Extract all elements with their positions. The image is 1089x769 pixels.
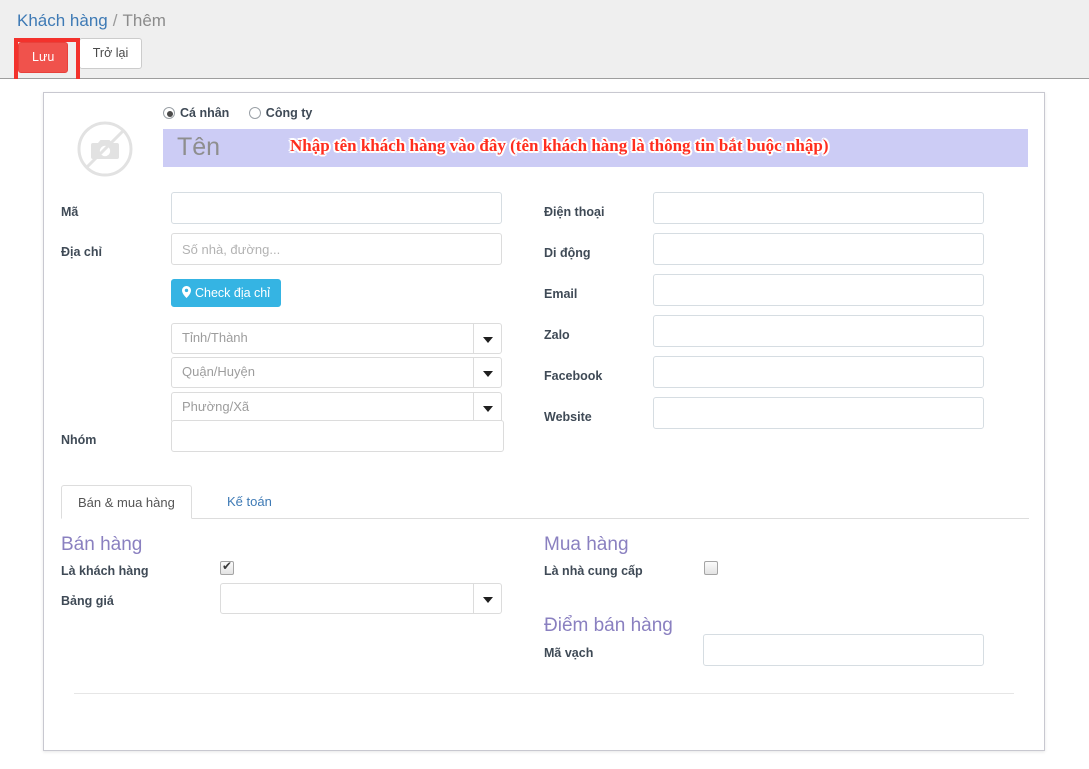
breadcrumb-current: Thêm xyxy=(122,11,166,30)
radio-cong-ty-dot xyxy=(248,107,261,119)
tab-bar: Bán & mua hàng Kế toán xyxy=(61,485,1029,519)
customer-name-placeholder: Tên xyxy=(177,133,221,161)
label-zalo: Zalo xyxy=(544,328,570,342)
la-nha-cung-cap-checkbox[interactable] xyxy=(704,561,718,575)
customer-type-radio-group: Cá nhân Công ty xyxy=(163,106,328,120)
website-input[interactable] xyxy=(653,397,984,429)
nhom-input[interactable] xyxy=(171,420,504,452)
la-khach-hang-checkbox[interactable] xyxy=(220,559,234,575)
breadcrumb: Khách hàng / Thêm xyxy=(17,10,166,31)
customer-form-card: Cá nhân Công ty Tên Nhập tên khách hàng … xyxy=(43,92,1045,751)
chevron-down-icon[interactable] xyxy=(473,324,501,353)
zalo-input[interactable] xyxy=(653,315,984,347)
dia-chi-input[interactable] xyxy=(171,233,502,265)
save-button[interactable]: Lưu xyxy=(18,42,69,73)
toolbar-buttons: Lưu Trở lại xyxy=(14,38,143,85)
facebook-input[interactable] xyxy=(653,356,984,388)
footer-divider xyxy=(74,693,1014,694)
label-ma: Mã xyxy=(61,205,79,219)
label-nhom: Nhóm xyxy=(61,433,97,447)
label-email: Email xyxy=(544,287,578,301)
label-dien-thoai: Điện thoại xyxy=(544,205,605,219)
di-dong-input[interactable] xyxy=(653,233,984,265)
radio-cong-ty-label: Công ty xyxy=(265,106,313,120)
label-la-khach-hang: Là khách hàng xyxy=(61,564,149,578)
section-title-mua-hang: Mua hàng xyxy=(544,534,629,555)
breadcrumb-parent-link[interactable]: Khách hàng xyxy=(17,11,108,30)
check-address-label: Check địa chỉ xyxy=(195,286,271,300)
radio-ca-nhan-dot xyxy=(163,107,175,119)
label-facebook: Facebook xyxy=(544,369,603,383)
ma-input[interactable] xyxy=(171,192,502,224)
name-field-annotation: Nhập tên khách hàng vào đây (tên khách h… xyxy=(290,136,829,155)
section-title-ban-hang: Bán hàng xyxy=(61,534,143,555)
label-ma-vach: Mã vạch xyxy=(544,646,594,660)
label-la-nha-cung-cap: Là nhà cung cấp xyxy=(544,564,643,578)
ma-vach-input[interactable] xyxy=(703,634,984,666)
ward-select[interactable]: Phường/Xã xyxy=(171,392,502,423)
radio-cong-ty[interactable]: Công ty xyxy=(248,106,313,120)
check-address-button[interactable]: Check địa chỉ xyxy=(171,279,282,307)
no-camera-icon[interactable] xyxy=(75,119,135,179)
ward-select-value: Phường/Xã xyxy=(182,399,250,414)
page-body: Cá nhân Công ty Tên Nhập tên khách hàng … xyxy=(0,79,1089,769)
map-pin-icon xyxy=(182,281,191,307)
radio-ca-nhan[interactable]: Cá nhân xyxy=(163,106,233,120)
email-input[interactable] xyxy=(653,274,984,306)
back-button[interactable]: Trở lại xyxy=(78,38,143,69)
chevron-down-icon[interactable] xyxy=(473,358,501,387)
radio-ca-nhan-label: Cá nhân xyxy=(180,106,230,120)
top-toolbar: Khách hàng / Thêm Lưu Trở lại xyxy=(0,0,1089,85)
section-title-diem-ban-hang: Điểm bán hàng xyxy=(544,615,673,636)
province-select[interactable]: Tỉnh/Thành xyxy=(171,323,502,354)
district-select[interactable]: Quận/Huyện xyxy=(171,357,502,388)
dien-thoai-input[interactable] xyxy=(653,192,984,224)
chevron-down-icon[interactable] xyxy=(473,393,501,422)
tab-ke-toan[interactable]: Kế toán xyxy=(211,485,288,519)
breadcrumb-separator: / xyxy=(112,11,118,30)
district-select-value: Quận/Huyện xyxy=(182,364,255,379)
chevron-down-icon[interactable] xyxy=(473,584,501,613)
save-button-annotation-box: Lưu xyxy=(14,38,81,85)
label-di-dong: Di động xyxy=(544,246,591,260)
label-bang-gia: Bảng giá xyxy=(61,594,114,608)
bang-gia-select[interactable] xyxy=(220,583,502,614)
province-select-value: Tỉnh/Thành xyxy=(182,330,248,345)
customer-name-field[interactable]: Tên Nhập tên khách hàng vào đây (tên khá… xyxy=(163,129,1028,167)
label-website: Website xyxy=(544,410,592,424)
label-dia-chi: Địa chỉ xyxy=(61,245,102,259)
tab-ban-mua-hang[interactable]: Bán & mua hàng xyxy=(61,485,192,519)
